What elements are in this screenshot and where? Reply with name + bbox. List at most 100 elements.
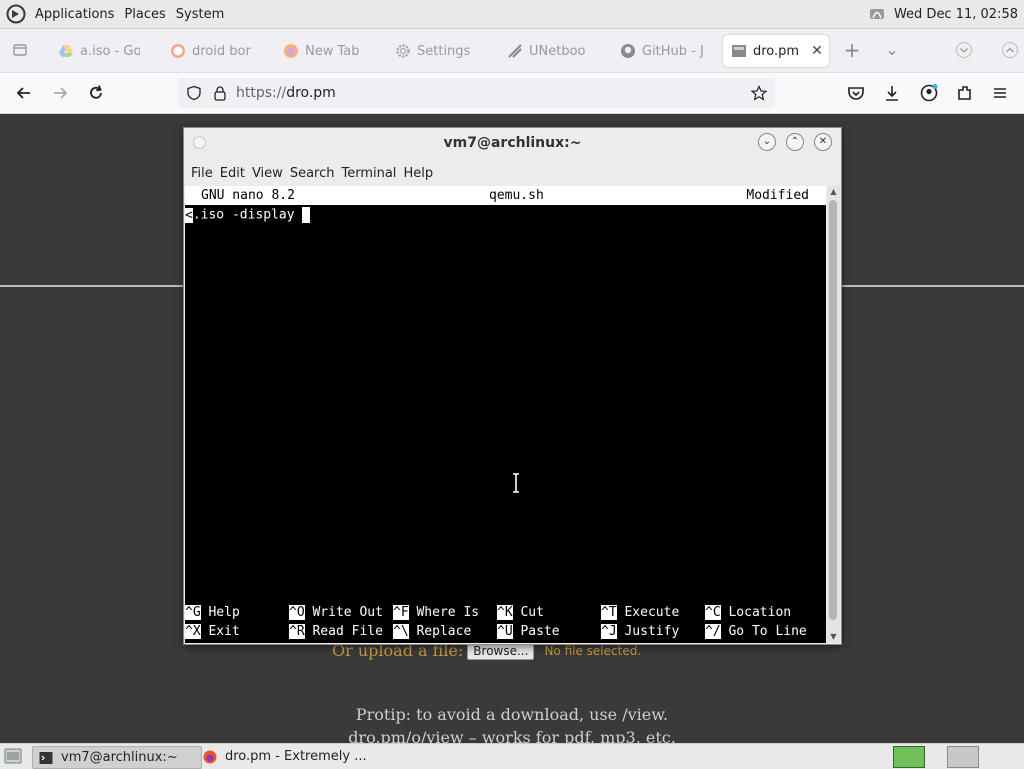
- tab-settings[interactable]: Settings: [395, 35, 477, 67]
- minimize-window-icon[interactable]: [955, 41, 973, 59]
- tab-unetbootin[interactable]: UNetboo: [507, 35, 591, 67]
- shield-icon[interactable]: [186, 85, 202, 101]
- terminal-scrollbar[interactable]: ▲ ▼: [827, 186, 840, 643]
- pocket-icon[interactable]: [846, 83, 866, 103]
- no-file-text: No file selected.: [544, 643, 642, 658]
- menu-view[interactable]: View: [252, 166, 283, 181]
- menu-help[interactable]: Help: [403, 166, 433, 181]
- nano-filename: qemu.sh: [489, 188, 544, 203]
- workspace-2[interactable]: [947, 746, 979, 768]
- url-host: dro.pm: [286, 85, 336, 101]
- terminal-icon: [39, 751, 53, 764]
- terminal-titlebar[interactable]: vm7@archlinux:~ ⌄ ⌃ ✕: [184, 128, 841, 158]
- shortcut-go-to-line[interactable]: ^/ Go To Line: [705, 624, 807, 639]
- forward-arrow-icon[interactable]: [50, 83, 70, 103]
- shortcut-row-2: ^X Exit ^R Read File ^\ Replace ^U Paste…: [185, 624, 826, 642]
- nano-version: GNU nano 8.2: [201, 188, 295, 203]
- scroll-down-icon[interactable]: ▼: [828, 632, 839, 642]
- menu-terminal[interactable]: Terminal: [341, 166, 396, 181]
- tab-label: Settings: [417, 43, 471, 59]
- nano-status: Modified: [746, 188, 809, 203]
- tab-new-tab[interactable]: New Tab: [283, 35, 367, 67]
- task-label: dro.pm - Extremely ...: [225, 749, 367, 764]
- unetbootin-icon: [508, 44, 522, 58]
- tab-label: droid bor: [192, 43, 251, 59]
- new-tab-icon[interactable]: +: [843, 40, 861, 60]
- shortcut-help[interactable]: ^G Help: [185, 605, 240, 620]
- url-prefix: https://: [236, 85, 287, 101]
- scroll-up-icon[interactable]: ▲: [828, 187, 839, 197]
- shortcut-justify[interactable]: ^J Justify: [601, 624, 679, 639]
- terminal-menubar: File Edit View Search Terminal Help: [184, 161, 433, 185]
- maximize-window-icon[interactable]: [1001, 41, 1019, 59]
- shortcut-cut[interactable]: ^K Cut: [497, 605, 544, 620]
- editor-line-text: .iso -display: [192, 207, 303, 223]
- hamburger-menu-icon[interactable]: [990, 83, 1010, 103]
- firefox-icon: [284, 44, 298, 58]
- tab-label: New Tab: [305, 43, 360, 59]
- taskbar-terminal[interactable]: vm7@archlinux:~: [32, 746, 202, 769]
- workspace-1[interactable]: [893, 746, 925, 768]
- tab-label: dro.pm: [753, 43, 800, 59]
- shortcut-where-is[interactable]: ^F Where Is: [393, 605, 479, 620]
- gear-icon: [396, 44, 410, 58]
- scroll-thumb[interactable]: [829, 200, 837, 620]
- tab-google-drive[interactable]: a.iso - Go: [58, 35, 140, 67]
- task-label: vm7@archlinux:~: [61, 750, 178, 765]
- tab-duckduckgo[interactable]: droid bor: [170, 35, 254, 67]
- show-desktop-icon[interactable]: [4, 748, 22, 764]
- maximize-icon[interactable]: ⌃: [786, 133, 804, 151]
- download-icon[interactable]: [882, 83, 902, 103]
- protip-line1: Protip: to avoid a download, use /view.: [355, 705, 669, 724]
- browser-tab-bar: a.iso - Go droid bor New Tab Settings UN…: [0, 29, 1024, 73]
- google-drive-icon: [59, 45, 73, 57]
- menu-file[interactable]: File: [191, 166, 213, 181]
- clock[interactable]: Wed Dec 11, 02:58: [894, 7, 1018, 22]
- top-panel: Applications Places System Wed Dec 11, 0…: [0, 0, 1024, 29]
- site-icon: [732, 45, 746, 57]
- terminal-screen[interactable]: GNU nano 8.2 qemu.sh Modified <.iso -dis…: [185, 186, 826, 643]
- text-cursor: [302, 207, 311, 223]
- duckduckgo-icon: [171, 44, 185, 58]
- tab-close-icon[interactable]: ✕: [811, 43, 823, 59]
- menu-search[interactable]: Search: [290, 166, 335, 181]
- text-cursor-icon: [513, 473, 519, 493]
- taskbar-firefox[interactable]: dro.pm - Extremely ...: [197, 746, 399, 767]
- shortcut-exit[interactable]: ^X Exit: [185, 624, 240, 639]
- terminal-title: vm7@archlinux:~: [443, 135, 582, 151]
- shortcut-paste[interactable]: ^U Paste: [497, 624, 560, 639]
- shortcut-write-out[interactable]: ^O Write Out: [289, 605, 383, 620]
- url-bar[interactable]: https://dro.pm: [178, 78, 775, 108]
- minimize-icon[interactable]: ⌄: [758, 133, 776, 151]
- browser-nav-bar: https://dro.pm: [0, 73, 1024, 114]
- tab-label: UNetboo: [529, 43, 586, 59]
- tab-overview-icon[interactable]: [11, 41, 29, 59]
- places-menu[interactable]: Places: [124, 7, 165, 22]
- extensions-icon[interactable]: [955, 83, 975, 103]
- github-icon: [621, 44, 635, 58]
- shortcut-replace[interactable]: ^\ Replace: [393, 624, 471, 639]
- reload-icon[interactable]: [86, 83, 106, 103]
- lock-icon[interactable]: [212, 85, 228, 101]
- shortcut-execute[interactable]: ^T Execute: [601, 605, 679, 620]
- system-menu[interactable]: System: [176, 7, 224, 22]
- close-icon[interactable]: ✕: [814, 133, 832, 151]
- shortcut-read-file[interactable]: ^R Read File: [289, 624, 383, 639]
- shortcut-row-1: ^G Help ^O Write Out ^F Where Is ^K Cut …: [185, 605, 826, 623]
- back-arrow-icon[interactable]: [14, 83, 34, 103]
- tab-dro-pm[interactable]: dro.pm ✕: [723, 35, 829, 67]
- applications-menu[interactable]: Applications: [35, 7, 114, 22]
- account-icon[interactable]: [919, 83, 939, 103]
- line-overflow-marker: <: [185, 207, 193, 223]
- terminal-window: vm7@archlinux:~ ⌄ ⌃ ✕ File Edit View Sea…: [183, 127, 842, 645]
- distro-logo-icon[interactable]: [6, 4, 26, 24]
- menu-edit[interactable]: Edit: [220, 166, 245, 181]
- chevron-down-icon[interactable]: ⌄: [883, 41, 901, 59]
- bookmark-star-icon[interactable]: [751, 85, 767, 101]
- tab-github[interactable]: GitHub - J: [620, 35, 704, 67]
- editor-line[interactable]: <.iso -display: [185, 207, 311, 225]
- shortcut-location[interactable]: ^C Location: [705, 605, 791, 620]
- url-text[interactable]: https://dro.pm: [236, 85, 336, 101]
- nano-titlebar: GNU nano 8.2 qemu.sh Modified: [185, 186, 826, 205]
- volume-icon[interactable]: [868, 5, 886, 23]
